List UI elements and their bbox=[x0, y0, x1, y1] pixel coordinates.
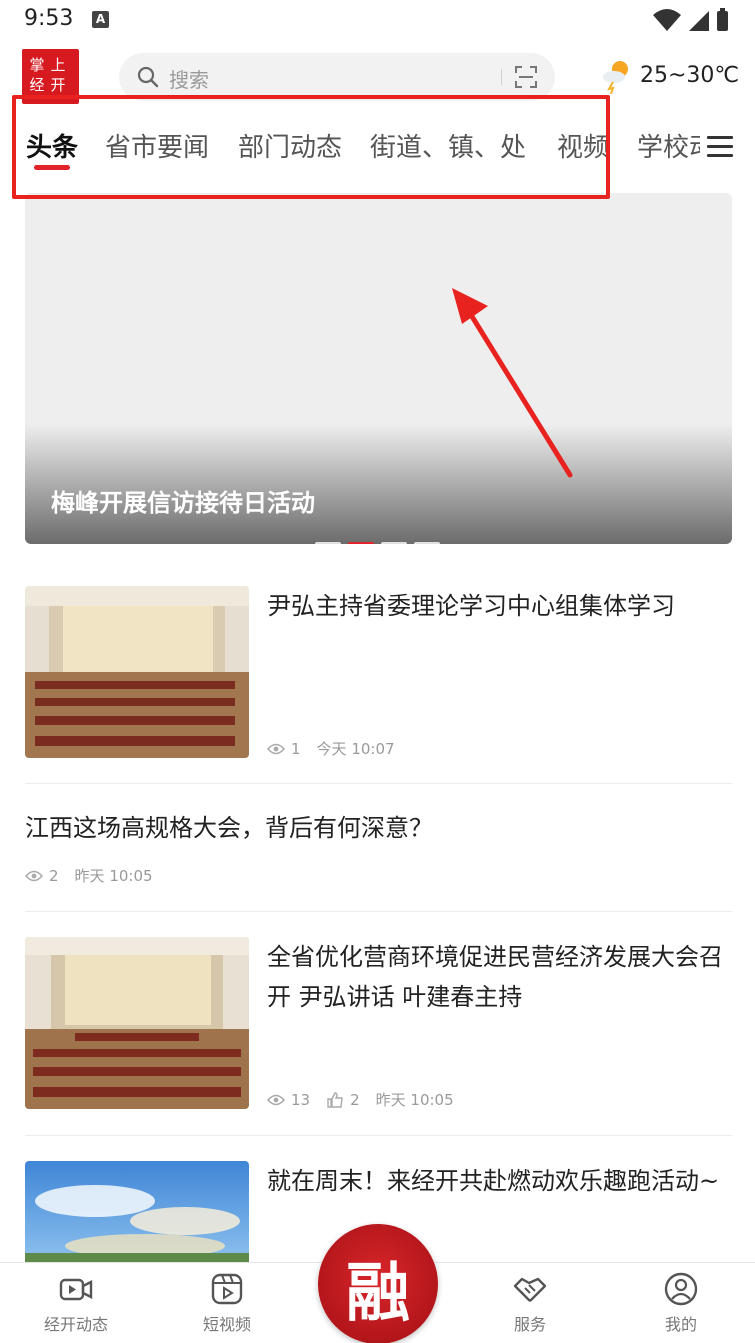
status-time: 9:53 bbox=[24, 6, 74, 31]
center-media-button[interactable]: 融 bbox=[318, 1224, 438, 1343]
tab-department-news[interactable]: 部门动态 bbox=[238, 127, 342, 164]
active-tab-indicator bbox=[34, 165, 70, 170]
news-views: 13 bbox=[291, 1090, 311, 1109]
news-item[interactable]: 全省优化营商环境促进民营经济发展大会召开 尹弘讲话 叶建春主持 13 2 昨天 … bbox=[25, 937, 732, 1109]
carousel-dot bbox=[315, 542, 341, 544]
like-thumb-icon bbox=[327, 1091, 343, 1108]
news-title: 全省优化营商环境促进民营经济发展大会召开 尹弘讲话 叶建春主持 bbox=[267, 943, 723, 1011]
list-divider bbox=[25, 911, 732, 912]
center-button-label: 融 bbox=[346, 1256, 410, 1331]
nav-item-profile[interactable]: 我的 bbox=[626, 1263, 736, 1343]
nav-item-short-video[interactable]: 短视频 bbox=[172, 1263, 282, 1343]
nav-item-jingkai-news[interactable]: 经开动态 bbox=[21, 1263, 131, 1343]
scan-icon[interactable] bbox=[514, 65, 538, 89]
carousel-dot bbox=[381, 542, 407, 544]
carousel-dot-active bbox=[348, 542, 374, 544]
views-eye-icon bbox=[267, 1094, 285, 1105]
news-views: 2 bbox=[49, 866, 59, 885]
tab-schools[interactable]: 学校动 bbox=[637, 127, 700, 164]
tab-streets-towns[interactable]: 街道、镇、处 bbox=[370, 127, 526, 164]
news-time: 昨天 10:05 bbox=[375, 1091, 454, 1109]
carousel-indicator bbox=[315, 531, 447, 544]
channel-tabs: 头条 省市要闻 部门动态 街道、镇、处 视频 学校动 bbox=[0, 118, 700, 174]
news-item[interactable]: 江西这场高规格大会，背后有何深意？ 2 昨天 10:05 bbox=[25, 808, 732, 888]
wifi-icon bbox=[653, 9, 681, 31]
news-title: 尹弘主持省委理论学习中心组集体学习 bbox=[267, 592, 675, 620]
nav-label: 短视频 bbox=[202, 1315, 251, 1334]
handshake-icon bbox=[513, 1277, 547, 1302]
notification-a-icon: A bbox=[92, 11, 109, 28]
nav-label: 经开动态 bbox=[43, 1315, 108, 1334]
carousel-dot bbox=[414, 542, 440, 544]
app-logo-text: 掌上经开 bbox=[29, 56, 72, 94]
views-eye-icon bbox=[25, 870, 43, 881]
user-icon bbox=[664, 1272, 698, 1306]
status-bar: 9:53 A bbox=[0, 0, 755, 42]
news-title: 就在周末！来经开共赴燃动欢乐趣跑活动~ bbox=[267, 1167, 720, 1195]
news-time: 今天 10:07 bbox=[316, 740, 395, 758]
banner-carousel[interactable]: 梅峰开展信访接待日活动 bbox=[25, 193, 732, 544]
weather-temperature: 25~30℃ bbox=[640, 63, 740, 88]
news-likes: 2 bbox=[350, 1090, 360, 1109]
news-item[interactable]: 尹弘主持省委理论学习中心组集体学习 1 今天 10:07 bbox=[25, 586, 732, 758]
banner-title: 梅峰开展信访接待日活动 bbox=[51, 489, 315, 517]
status-icons bbox=[653, 8, 728, 31]
short-video-icon bbox=[211, 1273, 243, 1305]
news-title: 江西这场高规格大会，背后有何深意？ bbox=[25, 814, 433, 842]
tab-video[interactable]: 视频 bbox=[557, 127, 609, 164]
search-placeholder: 搜索 bbox=[169, 68, 209, 92]
news-meta: 2 昨天 10:05 bbox=[25, 865, 153, 886]
news-meta: 13 2 昨天 10:05 bbox=[267, 1089, 454, 1110]
tab-headlines[interactable]: 头条 bbox=[26, 127, 78, 164]
weather-thunder-sun-icon bbox=[603, 61, 628, 94]
news-meta: 1 今天 10:07 bbox=[267, 738, 395, 759]
nav-label: 我的 bbox=[664, 1315, 697, 1334]
search-input[interactable]: 搜索 bbox=[119, 53, 555, 101]
news-thumbnail bbox=[25, 586, 249, 758]
news-time: 昨天 10:05 bbox=[74, 867, 153, 885]
list-divider bbox=[25, 1135, 732, 1136]
channel-menu-icon[interactable] bbox=[707, 136, 733, 158]
cellular-signal-icon bbox=[689, 11, 709, 31]
search-divider bbox=[501, 69, 502, 85]
nav-label: 服务 bbox=[513, 1315, 546, 1334]
video-camera-icon bbox=[59, 1278, 93, 1301]
app-logo: 掌上经开 bbox=[22, 49, 79, 104]
tab-provincial-news[interactable]: 省市要闻 bbox=[105, 127, 209, 164]
views-eye-icon bbox=[267, 743, 285, 754]
news-views: 1 bbox=[291, 739, 301, 758]
nav-item-services[interactable]: 服务 bbox=[475, 1263, 585, 1343]
news-thumbnail bbox=[25, 937, 249, 1109]
battery-icon bbox=[717, 11, 728, 31]
list-divider bbox=[25, 783, 732, 784]
search-icon bbox=[137, 66, 159, 88]
